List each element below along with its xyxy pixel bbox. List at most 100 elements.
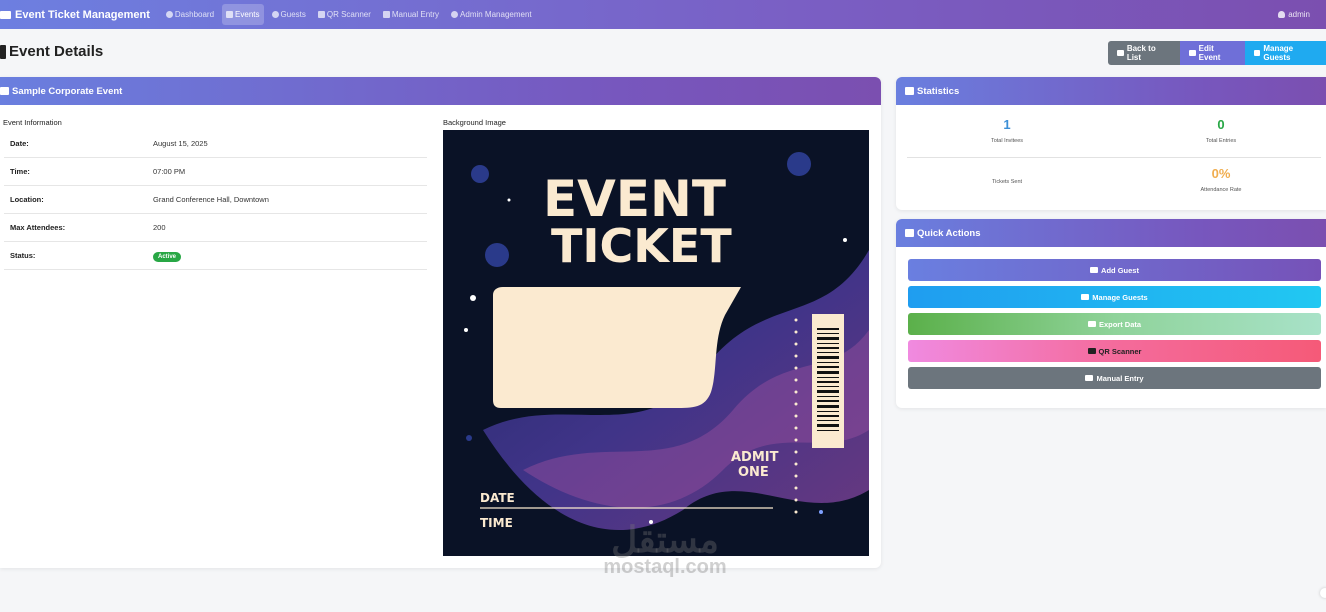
add-guest-label: Add Guest: [1101, 265, 1139, 275]
back-to-list-label: Back to List: [1126, 44, 1156, 62]
event-info-table: Date: August 15, 2025 Time: 07:00 PM Loc…: [4, 130, 427, 270]
scroll-indicator[interactable]: [1320, 588, 1326, 598]
background-image: EVENT TICKET ADMIT ONE DATE TIME: [443, 130, 869, 556]
event-name: Sample Corporate Event: [12, 85, 123, 97]
nav-events[interactable]: Events: [222, 4, 264, 25]
info-key: Location:: [10, 195, 44, 204]
watermark-arabic: مستقل: [611, 519, 719, 560]
tools-icon: [905, 229, 914, 237]
stat-label: Total Entries: [1205, 138, 1237, 144]
ticket-time: TIME: [480, 516, 513, 530]
event-information-label: Event Information: [3, 118, 62, 127]
nav-events-label: Events: [235, 10, 260, 19]
chart-icon: [905, 87, 914, 95]
statistics-title: Statistics: [917, 85, 960, 97]
manual-entry-label: Manual Entry: [1096, 373, 1144, 383]
manage-guests-button[interactable]: Manage Guests: [1245, 41, 1326, 65]
manual-entry-button[interactable]: Manual Entry: [908, 367, 1321, 389]
top-navbar: Event Ticket Management Dashboard Events…: [0, 0, 1326, 29]
info-key: Max Attendees:: [10, 223, 66, 232]
stat-value: 1: [1003, 117, 1011, 132]
nav-admin-management[interactable]: Admin Management: [447, 4, 536, 25]
calendar-icon: [0, 87, 9, 95]
keyboard-icon: [1085, 375, 1094, 381]
info-value: 200: [153, 223, 166, 232]
export-data-button[interactable]: Export Data: [908, 313, 1321, 335]
header-button-group: Back to List Edit Event Manage Guests: [1108, 41, 1326, 65]
page-title-text: Event Details: [9, 43, 104, 60]
brand[interactable]: Event Ticket Management: [0, 9, 150, 21]
info-key: Time:: [10, 167, 30, 176]
nav-qr-scanner-label: QR Scanner: [326, 10, 371, 19]
dashboard-icon: [165, 11, 173, 18]
quick-actions-header: Quick Actions: [896, 219, 1326, 247]
ticket-admit: ADMIT: [731, 450, 779, 465]
export-data-label: Export Data: [1098, 319, 1142, 329]
nav-qr-scanner[interactable]: QR Scanner: [314, 4, 375, 25]
quick-actions-title: Quick Actions: [917, 227, 981, 239]
watermark: مستقل mostaql.com: [580, 520, 750, 579]
user-cog-icon: [451, 11, 459, 18]
background-image-label: Background Image: [443, 118, 506, 127]
info-row-location: Location: Grand Conference Hall, Downtow…: [4, 186, 427, 214]
keyboard-icon: [382, 11, 390, 18]
user-plus-icon: [1090, 267, 1099, 273]
ticket-illustration: EVENT TICKET ADMIT ONE DATE TIME: [443, 130, 869, 556]
users-icon: [271, 11, 279, 18]
info-key: Date:: [10, 139, 29, 148]
info-value: August 15, 2025: [153, 139, 208, 148]
ticket-date: DATE: [480, 491, 515, 505]
stat-total-invitees: 1 Total Invitees: [907, 117, 1107, 144]
manage-guests-action-button[interactable]: Manage Guests: [908, 286, 1321, 308]
qr-scanner-button[interactable]: QR Scanner: [908, 340, 1321, 362]
calendar-icon: [0, 44, 6, 59]
info-key: Status:: [10, 251, 36, 260]
page-title: Event Details: [0, 43, 103, 60]
users-icon: [1254, 50, 1261, 56]
nav-guests[interactable]: Guests: [268, 4, 310, 25]
stat-value: 0: [1217, 117, 1225, 132]
stats-divider: [907, 157, 1321, 158]
add-guest-button[interactable]: Add Guest: [908, 259, 1321, 281]
stat-label: Tickets Sent: [991, 179, 1023, 185]
statistics-header: Statistics: [896, 77, 1326, 105]
watermark-latin: mostaql.com: [603, 556, 727, 578]
calendar-icon: [226, 11, 234, 18]
nav-dashboard-label: Dashboard: [174, 10, 215, 19]
manage-guests-action-label: Manage Guests: [1092, 292, 1148, 302]
info-row-max-attendees: Max Attendees: 200: [4, 214, 427, 242]
stat-tickets-sent: Tickets Sent: [907, 173, 1107, 185]
brand-label: Event Ticket Management: [15, 8, 150, 21]
info-value: 07:00 PM: [153, 167, 186, 176]
status-badge: Active: [153, 252, 182, 262]
edit-event-button[interactable]: Edit Event: [1180, 41, 1245, 65]
nav-dashboard[interactable]: Dashboard: [162, 4, 218, 25]
stat-attendance-rate: 0% Attendance Rate: [1121, 166, 1321, 193]
camera-icon: [317, 11, 325, 18]
download-icon: [1087, 321, 1096, 327]
event-card-header: Sample Corporate Event: [0, 77, 881, 105]
camera-icon: [1087, 348, 1096, 354]
manage-guests-label: Manage Guests: [1263, 44, 1294, 62]
nav-manual-entry-label: Manual Entry: [391, 10, 440, 19]
info-row-time: Time: 07:00 PM: [4, 158, 427, 186]
stat-label: Total Invitees: [990, 138, 1024, 144]
nav-admin-management-label: Admin Management: [460, 10, 532, 19]
stat-label: Attendance Rate: [1200, 187, 1242, 193]
info-row-status: Status: Active: [4, 242, 427, 270]
ticket-icon: [0, 10, 11, 19]
ticket-title-line2: TICKET: [551, 219, 732, 273]
qr-scanner-label: QR Scanner: [1098, 346, 1142, 356]
info-value: Grand Conference Hall, Downtown: [153, 195, 269, 204]
back-to-list-button[interactable]: Back to List: [1108, 41, 1180, 65]
edit-event-label: Edit Event: [1198, 44, 1221, 62]
stat-value: 0%: [1211, 166, 1231, 181]
users-icon: [1081, 294, 1090, 300]
ticket-admit-one: ONE: [738, 465, 769, 480]
user-name: admin: [1288, 10, 1310, 19]
stat-total-entries: 0 Total Entries: [1121, 117, 1321, 144]
nav-guests-label: Guests: [280, 10, 306, 19]
user-menu[interactable]: admin: [1278, 0, 1310, 29]
arrow-left-icon: [1117, 50, 1124, 56]
nav-manual-entry[interactable]: Manual Entry: [379, 4, 443, 25]
